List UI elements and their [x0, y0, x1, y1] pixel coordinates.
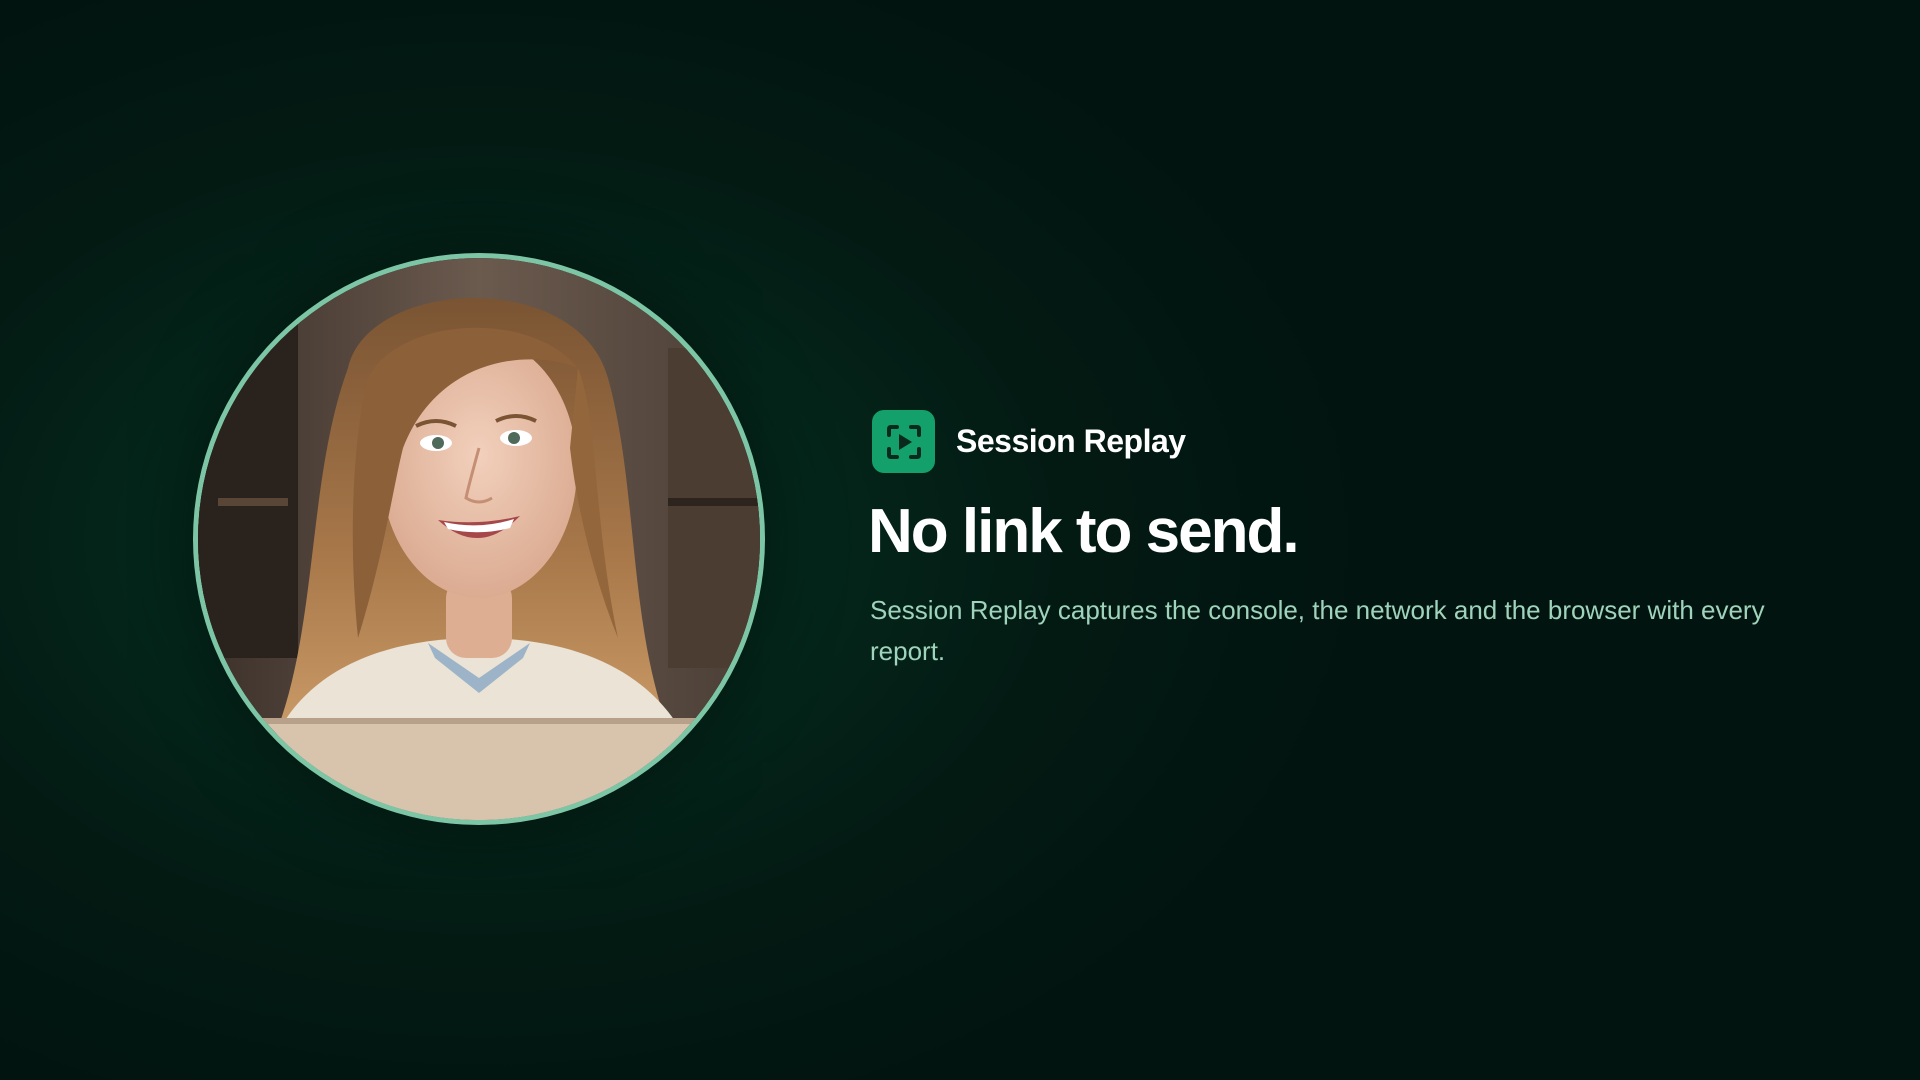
- session-replay-icon: [872, 410, 935, 473]
- brand: Session Replay: [872, 410, 1186, 473]
- brand-name: Session Replay: [956, 423, 1186, 459]
- presenter-avatar: [198, 258, 760, 820]
- avatar-ring: [193, 253, 765, 825]
- description: Session Replay captures the console, the…: [870, 595, 1765, 666]
- slide: Session Replay No link to send. Session …: [0, 0, 1920, 1080]
- presenter-photo: [198, 258, 760, 820]
- headline: No link to send.: [868, 497, 1300, 566]
